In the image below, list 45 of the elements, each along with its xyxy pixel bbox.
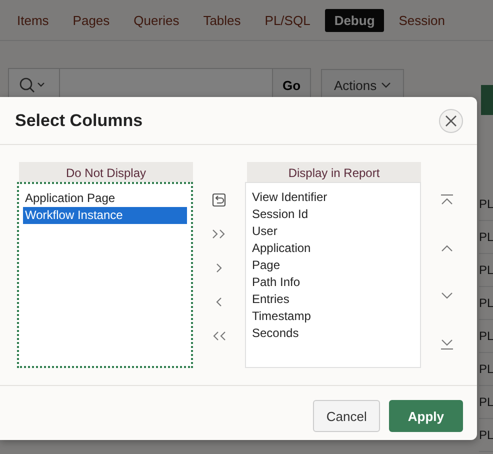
table-cell: PL — [479, 254, 493, 287]
list-option[interactable]: Workflow Instance — [23, 207, 187, 224]
table-cell: PL — [479, 353, 493, 386]
double-chevron-left-icon — [212, 331, 226, 341]
close-icon — [445, 114, 457, 126]
list-option[interactable]: Entries — [250, 291, 416, 308]
list-option[interactable]: User — [250, 223, 416, 240]
tab[interactable]: PL/SQL — [256, 8, 320, 32]
tab[interactable]: Items — [8, 8, 58, 32]
tab[interactable]: Tables — [194, 8, 250, 32]
chevron-down-icon — [380, 81, 391, 89]
table-cell: PL — [479, 419, 493, 452]
tab[interactable]: Debug — [325, 8, 384, 32]
table-cell: PL — [479, 287, 493, 320]
chevron-right-icon — [215, 263, 223, 273]
column-list[interactable]: View Identifier Session Id User Application Page Path Info Entries Timestamp Seconds — [245, 182, 421, 368]
list-option[interactable]: Application — [250, 240, 416, 257]
tab[interactable]: Session — [390, 8, 454, 32]
chevron-down-icon — [441, 292, 453, 300]
chevron-up-icon — [441, 244, 453, 252]
chevron-left-icon — [215, 297, 223, 307]
tab[interactable]: Pages — [64, 8, 119, 32]
table-cell: PL — [479, 221, 493, 254]
double-chevron-right-icon — [212, 229, 226, 239]
dialog-title: Select Columns — [15, 110, 143, 130]
move-top-icon — [440, 194, 454, 206]
table-cell: PL — [479, 188, 493, 221]
apply-button[interactable]: Apply — [388, 400, 463, 432]
list-heading: Do Not Display — [19, 162, 193, 182]
list-option[interactable]: Seconds — [250, 325, 416, 342]
reset-icon — [212, 193, 226, 207]
table-cell: PL — [479, 386, 493, 419]
cancel-button[interactable]: Cancel — [313, 400, 380, 432]
table-cell: PL — [479, 320, 493, 353]
list-option[interactable]: View Identifier — [250, 189, 416, 206]
list-option[interactable]: Path Info — [250, 274, 416, 291]
list-option[interactable]: Timestamp — [250, 308, 416, 325]
list-option[interactable]: Application Page — [23, 190, 187, 207]
list-option[interactable]: Page — [250, 257, 416, 274]
list-heading: Display in Report — [247, 162, 421, 182]
column-list[interactable]: Application Page Workflow Instance — [17, 182, 193, 368]
list-option[interactable]: Session Id — [250, 206, 416, 223]
move-bottom-icon — [440, 338, 454, 350]
close-button[interactable] — [439, 108, 463, 132]
tab[interactable]: Queries — [124, 8, 188, 32]
